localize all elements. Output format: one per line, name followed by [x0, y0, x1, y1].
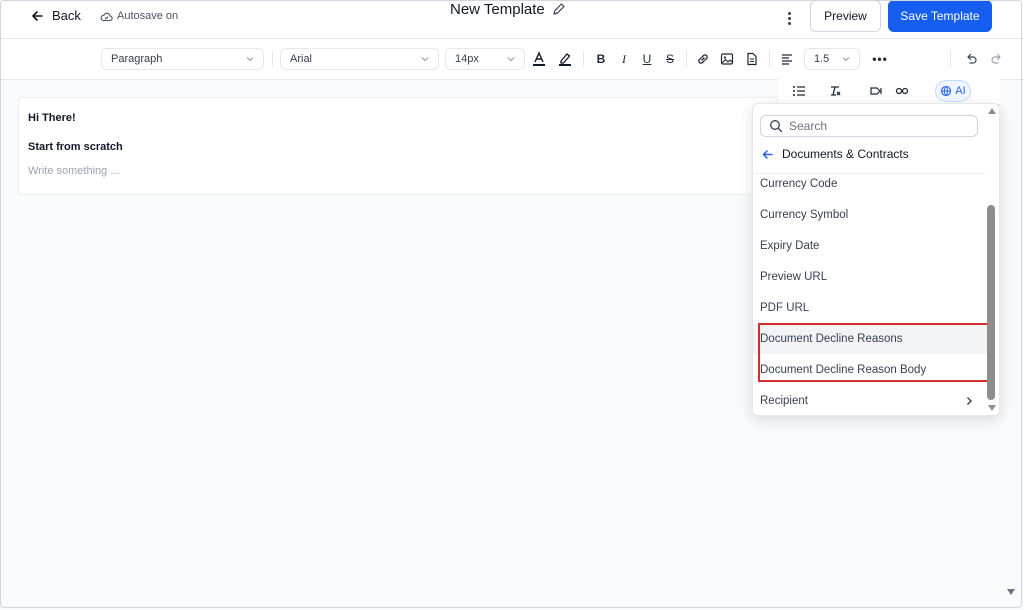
field-document-decline-reason-body[interactable]: Document Decline Reason Body: [753, 355, 987, 385]
line-height-value: 1.5: [814, 53, 830, 65]
ai-label: AI: [955, 85, 966, 97]
scrollbar-thumb[interactable]: [987, 205, 995, 400]
divider: [583, 51, 584, 67]
divider: [272, 51, 273, 67]
font-size-select[interactable]: 14px: [445, 48, 525, 70]
field-document-decline-reasons[interactable]: Document Decline Reasons: [753, 324, 987, 354]
merge-fields-dropdown: Search Documents & Contracts Currency Co…: [752, 103, 1000, 416]
italic-icon[interactable]: I: [616, 51, 632, 67]
ai-assist-button[interactable]: AI: [935, 80, 971, 102]
item-label: Preview URL: [760, 271, 828, 283]
image-icon[interactable]: [719, 51, 735, 67]
chevron-down-icon: [842, 57, 850, 62]
item-label: Currency Code: [760, 178, 838, 190]
item-label: Currency Symbol: [760, 209, 849, 221]
underline-icon[interactable]: U: [639, 51, 655, 67]
item-label: Document Decline Reasons: [760, 333, 903, 345]
template-title[interactable]: New Template: [450, 1, 566, 18]
arrow-left-icon: [762, 149, 773, 159]
merge-field-icon[interactable]: [868, 83, 884, 99]
chevron-down-icon: [246, 57, 254, 62]
ai-icon: [941, 85, 952, 97]
back-button[interactable]: Back: [30, 8, 81, 23]
item-label: Recipient: [760, 395, 808, 407]
undo-icon[interactable]: [963, 51, 979, 67]
font-family-value: Arial: [290, 53, 313, 65]
divider: [686, 51, 687, 67]
bullet-list-icon[interactable]: [791, 83, 807, 99]
item-label: Document Decline Reason Body: [760, 364, 927, 376]
preview-button[interactable]: Preview: [810, 0, 881, 32]
pencil-icon[interactable]: [551, 2, 566, 17]
chevron-right-icon: [967, 397, 972, 405]
search-icon: [770, 120, 783, 133]
field-preview-url[interactable]: Preview URL: [753, 262, 987, 292]
align-left-icon[interactable]: [779, 51, 795, 67]
font-family-select[interactable]: Arial: [280, 48, 439, 70]
item-label: Expiry Date: [760, 240, 820, 252]
formatting-toolbar: Paragraph Arial 14px B I U S 1.5 •••: [0, 39, 1024, 80]
scroll-up-arrow[interactable]: [988, 108, 996, 114]
highlight-icon[interactable]: [557, 51, 573, 67]
autosave-label: Autosave on: [117, 10, 179, 22]
category-recipient[interactable]: Recipient: [753, 386, 987, 415]
document-icon[interactable]: [744, 51, 760, 67]
more-options-icon[interactable]: [782, 8, 796, 28]
field-pdf-url[interactable]: PDF URL: [753, 293, 987, 323]
more-toolbar-icon[interactable]: •••: [872, 51, 888, 67]
font-size-value: 14px: [455, 53, 479, 65]
scroll-down-arrow[interactable]: [988, 405, 996, 411]
field-currency-code[interactable]: Currency Code: [753, 169, 987, 199]
template-title-text: New Template: [450, 1, 545, 18]
chevron-down-icon: [421, 57, 429, 62]
field-expiry-date[interactable]: Expiry Date: [753, 231, 987, 261]
top-bar: Back Autosave on New Template Preview Sa…: [0, 0, 1024, 39]
greeting-text[interactable]: Hi There!: [28, 112, 76, 124]
save-template-button[interactable]: Save Template: [888, 0, 992, 32]
redo-icon[interactable]: [989, 51, 1005, 67]
link-icon[interactable]: [695, 51, 711, 67]
editor-canvas[interactable]: Hi There! Start from scratch Write somet…: [18, 97, 778, 195]
search-placeholder: Search: [789, 119, 828, 133]
text-color-icon[interactable]: [531, 51, 547, 67]
page-scroll-down-arrow[interactable]: [1007, 589, 1015, 595]
line-height-select[interactable]: 1.5: [804, 48, 860, 70]
arrow-left-icon: [32, 10, 43, 21]
chevron-down-icon: [507, 57, 515, 62]
field-currency-symbol[interactable]: Currency Symbol: [753, 200, 987, 230]
search-input[interactable]: Search: [760, 115, 978, 137]
block-type-value: Paragraph: [111, 53, 163, 65]
block-type-select[interactable]: Paragraph: [101, 48, 264, 70]
clear-format-icon[interactable]: [827, 83, 843, 99]
body-text[interactable]: Start from scratch: [28, 141, 123, 153]
autosave-status: Autosave on: [100, 10, 178, 22]
category-back-button[interactable]: Documents & Contracts: [761, 147, 909, 161]
strikethrough-icon[interactable]: S: [662, 51, 678, 67]
back-label: Back: [52, 8, 81, 23]
cloud-check-icon: [100, 12, 113, 21]
item-label: PDF URL: [760, 302, 810, 314]
divider: [769, 51, 770, 67]
bold-icon[interactable]: B: [593, 51, 609, 67]
unlink-icon[interactable]: [894, 83, 910, 99]
category-label: Documents & Contracts: [782, 147, 909, 161]
divider: [950, 51, 951, 67]
editor-placeholder[interactable]: Write something ...: [28, 165, 120, 177]
